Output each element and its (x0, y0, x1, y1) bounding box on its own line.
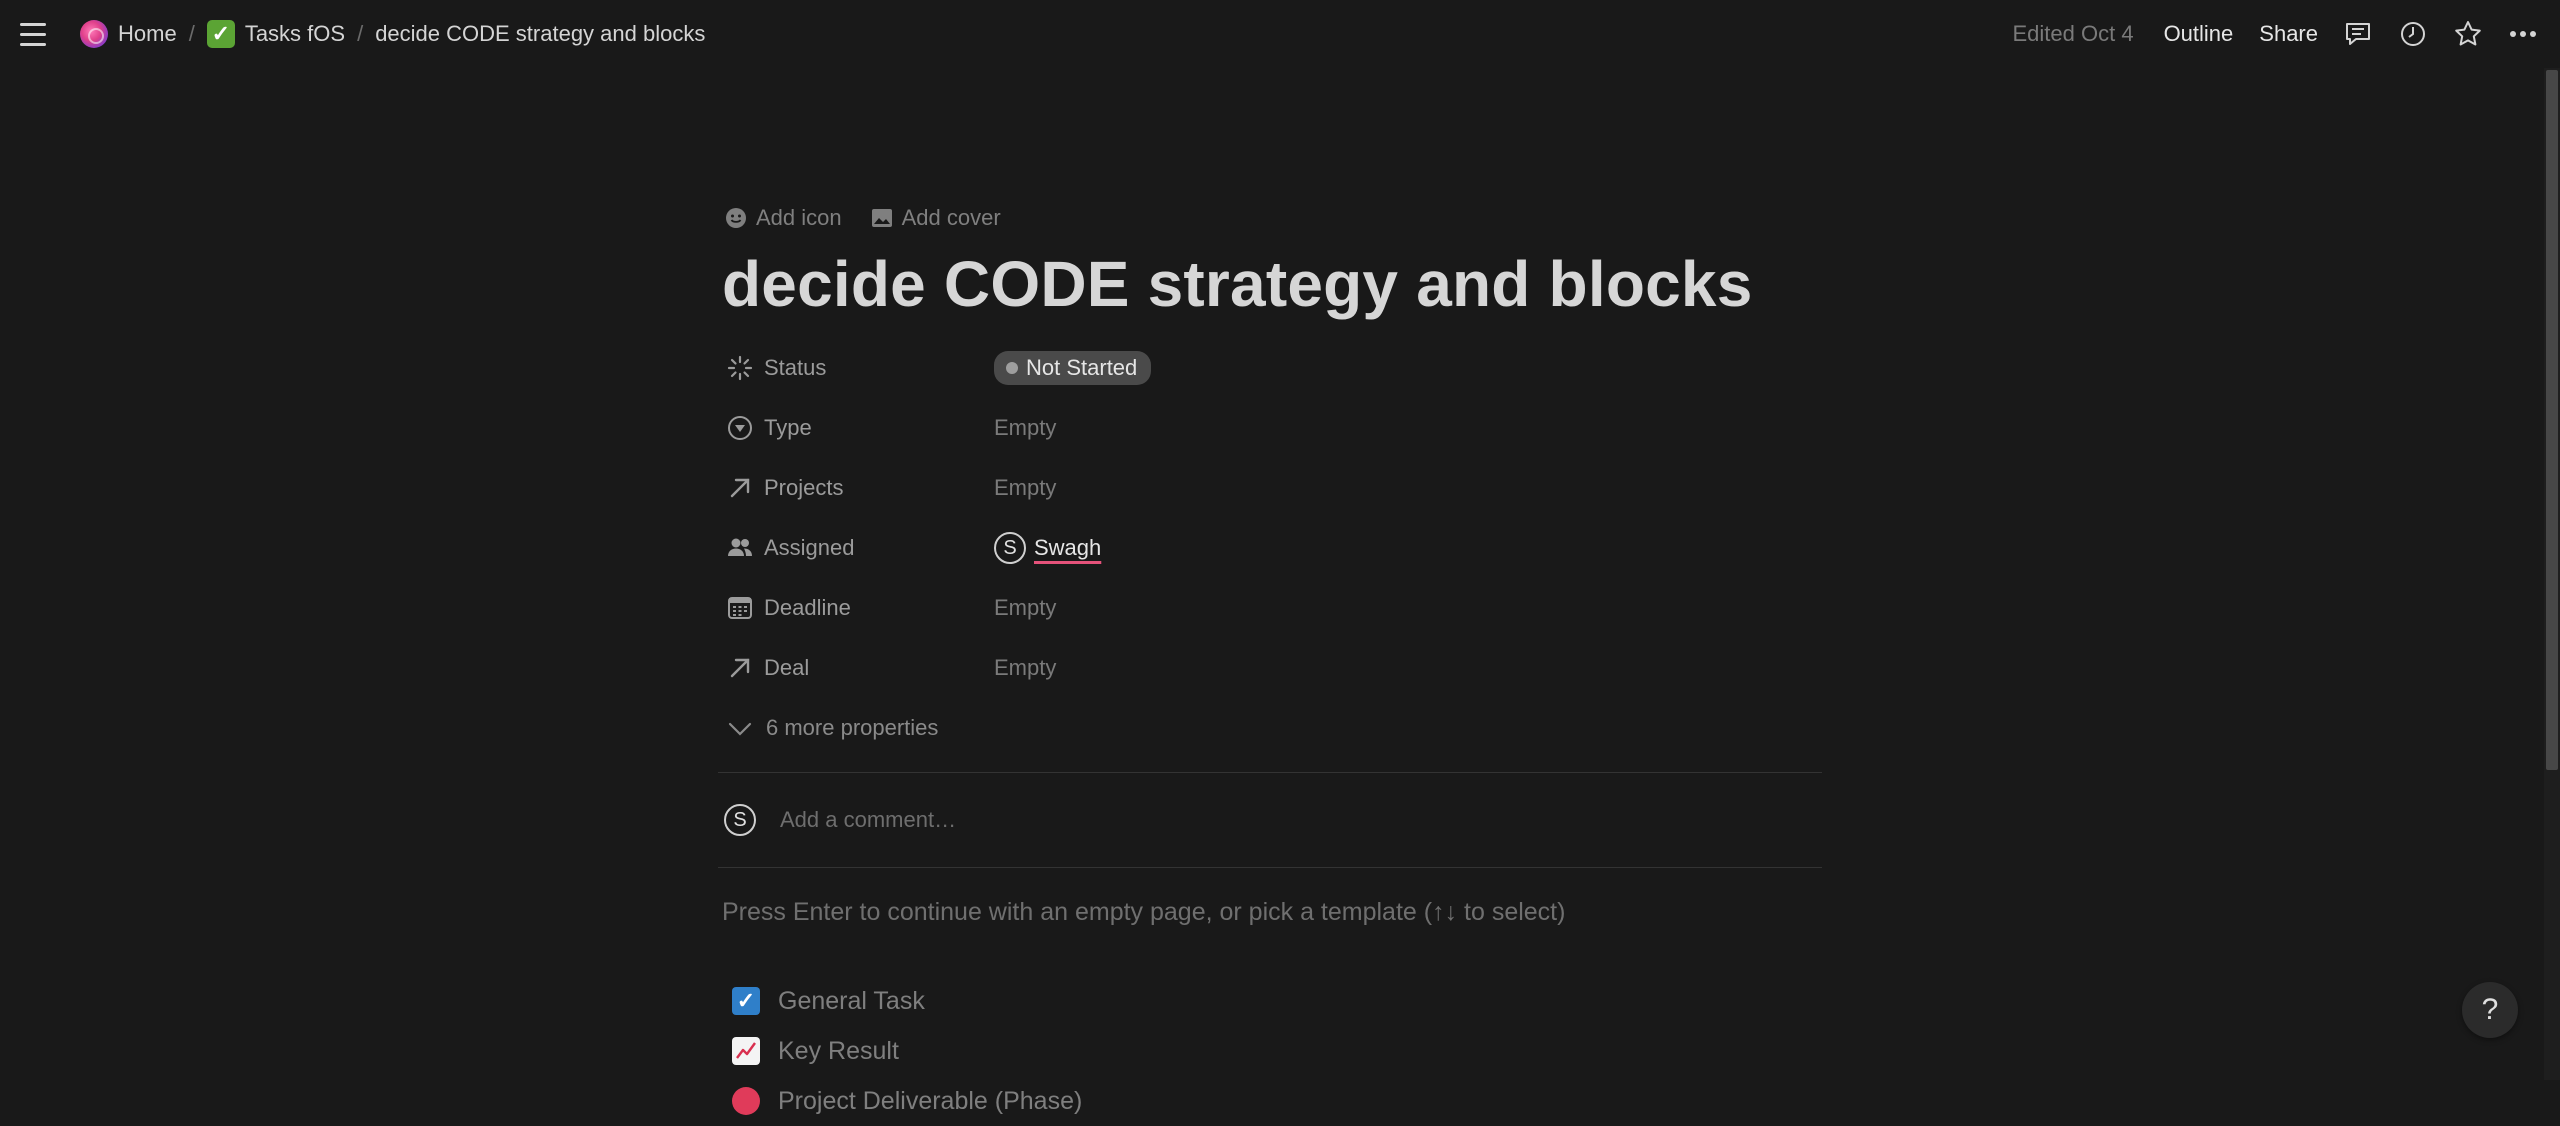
empty-page-hint: Press Enter to continue with an empty pa… (722, 898, 1566, 926)
property-row-projects[interactable]: Projects Empty (722, 458, 1822, 518)
property-row-status[interactable]: Status Not Started (722, 338, 1822, 398)
breadcrumb-home[interactable]: Home (74, 16, 183, 52)
template-label: Project Deliverable (Phase) (778, 1086, 1083, 1115)
star-icon[interactable] (2453, 19, 2483, 49)
chevron-down-icon (728, 722, 752, 736)
help-button[interactable]: ? (2462, 982, 2518, 1038)
property-value[interactable]: Empty (994, 471, 1056, 505)
more-properties-toggle[interactable]: 6 more properties (722, 698, 1822, 758)
property-label: Projects (764, 475, 844, 500)
breadcrumb-tasks[interactable]: ✓ Tasks fOS (201, 16, 351, 52)
check-mark-icon: ✓ (206, 20, 235, 48)
property-label: Status (764, 355, 827, 380)
property-name: Status (722, 354, 994, 382)
relation-arrow-icon (730, 478, 750, 498)
property-name: Projects (722, 474, 994, 502)
comment-box: S Add a comment… (722, 773, 1822, 867)
property-name: Assigned (722, 534, 994, 562)
property-name: Deadline (722, 594, 994, 622)
template-item[interactable]: Project Deliverable (Phase) (722, 1076, 1822, 1126)
history-icon[interactable] (2398, 19, 2428, 49)
breadcrumb-separator: / (188, 21, 195, 46)
comments-icon[interactable] (2343, 19, 2373, 49)
divider (718, 867, 1822, 868)
property-value[interactable]: Empty (994, 411, 1056, 445)
checkbox-icon: ✓ (732, 987, 760, 1015)
template-list: ✓ General Task Key Result Project Delive… (722, 976, 1822, 1126)
breadcrumb: Home / ✓ Tasks fOS / decide CODE strateg… (74, 14, 711, 54)
sidebar-menu-icon[interactable] (20, 18, 52, 50)
breadcrumb-current[interactable]: decide CODE strategy and blocks (369, 17, 711, 51)
add-icon-label: Add icon (756, 205, 842, 230)
property-name: Type (722, 414, 994, 442)
breadcrumb-tasks-label: Tasks fOS (244, 21, 346, 46)
status-dot-icon (1006, 362, 1018, 374)
status-label: Not Started (1026, 355, 1138, 380)
property-value[interactable]: Not Started (994, 347, 1152, 389)
scrollbar-thumb[interactable] (2546, 70, 2558, 770)
property-row-type[interactable]: Type Empty (722, 398, 1822, 458)
property-row-deal[interactable]: Deal Empty (722, 638, 1822, 698)
comment-input[interactable]: Add a comment… (780, 807, 956, 833)
page-title[interactable]: decide CODE strategy and blocks (722, 244, 1822, 324)
template-label: General Task (778, 986, 925, 1015)
assignee-name[interactable]: Swagh (1034, 535, 1101, 561)
property-value[interactable]: Empty (994, 651, 1056, 685)
property-label: Deal (764, 655, 810, 680)
breadcrumb-current-label: decide CODE strategy and blocks (375, 21, 706, 46)
property-value[interactable]: Empty (994, 591, 1056, 625)
template-label: Key Result (778, 1036, 899, 1065)
red-circle-icon (732, 1087, 760, 1115)
top-bar: Home / ✓ Tasks fOS / decide CODE strateg… (0, 0, 2560, 68)
share-button[interactable]: Share (2259, 21, 2318, 47)
add-cover-button[interactable]: Add cover (866, 203, 1005, 233)
property-row-deadline[interactable]: Deadline Empty (722, 578, 1822, 638)
people-icon (728, 538, 752, 556)
comment-avatar: S (724, 804, 756, 836)
more-icon[interactable] (2508, 19, 2538, 49)
status-badge[interactable]: Not Started (994, 351, 1152, 385)
property-value[interactable]: S Swagh (994, 528, 1101, 568)
more-properties-label: 6 more properties (766, 715, 939, 740)
property-label: Assigned (764, 535, 855, 560)
status-icon (727, 355, 753, 381)
avatar: S (994, 532, 1026, 564)
property-label: Type (764, 415, 812, 440)
chart-icon (732, 1037, 760, 1065)
page-content: Add icon Add cover decide CODE strategy … (718, 196, 1822, 1126)
template-item[interactable]: ✓ General Task (722, 976, 1822, 1026)
home-icon (80, 20, 108, 48)
property-name: Deal (722, 654, 994, 682)
smiley-icon (726, 208, 746, 228)
breadcrumb-home-label: Home (118, 21, 177, 46)
edited-timestamp: Edited Oct 4 (2012, 21, 2134, 46)
select-icon (728, 416, 752, 440)
page-controls: Add icon Add cover (720, 196, 1822, 240)
add-cover-label: Add cover (901, 205, 1001, 230)
breadcrumb-separator: / (357, 21, 364, 46)
relation-arrow-icon (730, 658, 750, 678)
calendar-icon (728, 597, 752, 619)
add-icon-button[interactable]: Add icon (720, 203, 846, 233)
properties-list: Status Not Started Type Empty Projects E… (722, 338, 1822, 758)
outline-button[interactable]: Outline (2164, 21, 2234, 47)
template-item[interactable]: Key Result (722, 1026, 1822, 1076)
image-icon (871, 209, 892, 227)
top-actions: Edited Oct 4 Outline Share (2012, 14, 2538, 54)
property-label: Deadline (764, 595, 851, 620)
property-row-assigned[interactable]: Assigned S Swagh (722, 518, 1822, 578)
